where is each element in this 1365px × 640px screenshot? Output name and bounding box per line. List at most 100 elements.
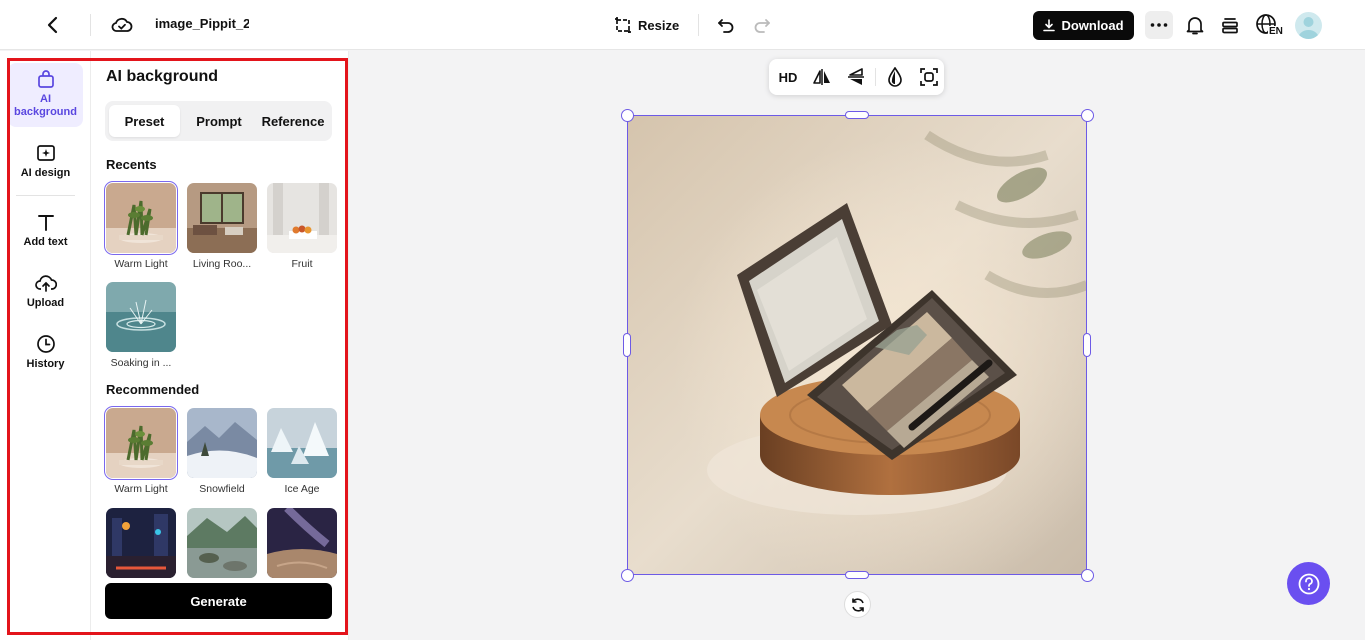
undo-button[interactable] <box>714 12 738 38</box>
living-room-preview <box>187 183 257 253</box>
resize-handle-right[interactable] <box>1083 333 1091 357</box>
thumb-image <box>267 183 337 253</box>
preset-thumb-river[interactable] <box>187 508 257 578</box>
rail-item-label: AI design <box>20 167 71 179</box>
more-options-button[interactable] <box>1145 11 1173 39</box>
generate-button[interactable]: Generate <box>105 583 332 619</box>
layers-icon <box>1222 18 1238 34</box>
recommended-title: Recommended <box>106 382 200 397</box>
resize-icon <box>615 17 631 33</box>
download-button[interactable]: Download <box>1033 11 1134 40</box>
preset-thumb-warm-light[interactable]: Warm Light <box>104 181 178 270</box>
thumb-label: Warm Light <box>114 483 168 495</box>
thumb-image <box>104 181 178 255</box>
tab-reference[interactable]: Reference <box>257 105 329 137</box>
thumb-image <box>187 183 257 253</box>
thumb-label: Living Roo... <box>192 258 252 270</box>
bell-icon <box>1186 17 1204 35</box>
toolbar-divider <box>875 68 876 86</box>
hd-button[interactable]: HD <box>773 62 803 92</box>
thumb-image <box>267 508 337 578</box>
eyeshadow-product-image <box>627 115 1087 575</box>
city-night-preview <box>106 508 176 578</box>
cloud-save-button[interactable] <box>108 11 136 39</box>
rail-item-upload[interactable]: Upload <box>8 273 83 310</box>
rail-item-label: Upload <box>26 297 65 309</box>
resize-handle-bottom-left[interactable] <box>621 569 634 582</box>
redo-icon <box>754 19 770 33</box>
left-rail: AI background AI design Add text Upload … <box>0 51 91 640</box>
rail-item-history[interactable]: History <box>8 334 83 371</box>
resize-handle-top-left[interactable] <box>621 109 634 122</box>
snowfield-preview <box>187 408 257 478</box>
focus-button[interactable] <box>914 62 944 92</box>
resize-handle-bottom-right[interactable] <box>1081 569 1094 582</box>
ice-age-preview <box>267 408 337 478</box>
thumb-label: Fruit <box>291 258 313 270</box>
ai-background-panel: AI background Preset Prompt Reference Re… <box>91 51 349 640</box>
more-icon <box>1150 23 1168 27</box>
rail-item-add-text[interactable]: Add text <box>8 212 83 249</box>
preset-thumb-fruit[interactable]: Fruit <box>267 183 337 270</box>
preset-thumb-ice-age[interactable]: Ice Age <box>267 408 337 495</box>
help-button[interactable] <box>1287 562 1330 605</box>
divider <box>698 14 699 36</box>
warm-light-preview <box>106 183 176 253</box>
layers-button[interactable] <box>1218 12 1242 38</box>
clock-icon <box>36 335 55 353</box>
recents-title: Recents <box>106 157 157 172</box>
thumb-label: Soaking in ... <box>110 357 172 369</box>
soaking-preview <box>106 282 176 352</box>
resize-handle-bottom[interactable] <box>845 571 869 579</box>
cloud-check-icon <box>111 17 133 32</box>
flip-horizontal-button[interactable] <box>807 62 837 92</box>
rotate-button[interactable] <box>844 591 871 618</box>
opacity-button[interactable] <box>880 62 910 92</box>
preset-thumb-snowfield[interactable]: Snowfield <box>187 408 257 495</box>
flip-vertical-button[interactable] <box>841 62 871 92</box>
tab-preset[interactable]: Preset <box>109 105 180 137</box>
resize-handle-top[interactable] <box>845 111 869 119</box>
file-name[interactable]: image_Pippit_20 <box>155 16 249 31</box>
rotate-icon <box>851 597 864 612</box>
river-preview <box>187 508 257 578</box>
canvas-image[interactable] <box>627 115 1087 575</box>
bag-icon <box>37 70 54 88</box>
preset-thumb-desert-galaxy[interactable] <box>267 508 337 578</box>
thumb-label: Snowfield <box>199 483 245 495</box>
resize-handle-left[interactable] <box>623 333 631 357</box>
mode-tabs: Preset Prompt Reference <box>105 101 332 141</box>
rail-divider <box>16 195 75 196</box>
thumb-label: Ice Age <box>284 483 320 495</box>
user-avatar-icon <box>1298 17 1319 39</box>
language-button[interactable]: EN <box>1255 12 1285 40</box>
thumb-image <box>106 282 176 352</box>
resize-handle-top-right[interactable] <box>1081 109 1094 122</box>
tab-prompt[interactable]: Prompt <box>184 105 254 137</box>
top-bar: image_Pippit_20 Resize Download EN <box>0 0 1365 50</box>
preset-thumb-soaking[interactable]: Soaking in ... <box>106 282 176 369</box>
redo-button[interactable] <box>750 12 774 38</box>
preset-thumb-warm-light-recommended[interactable]: Warm Light <box>104 406 178 495</box>
language-badge: EN <box>1268 26 1284 37</box>
divider <box>90 14 91 36</box>
thumb-image <box>267 408 337 478</box>
fruit-preview <box>267 183 337 253</box>
rail-item-label: Add text <box>23 236 68 248</box>
notifications-button[interactable] <box>1183 12 1207 38</box>
resize-label: Resize <box>638 17 680 33</box>
rail-item-ai-background[interactable]: AI background <box>8 63 83 127</box>
preset-thumb-city-night[interactable] <box>106 508 176 578</box>
preset-thumb-living-room[interactable]: Living Roo... <box>187 183 257 270</box>
rail-item-label: History <box>26 358 65 370</box>
thumb-label: Warm Light <box>114 258 168 270</box>
rail-item-ai-design[interactable]: AI design <box>8 143 83 180</box>
thumb-image <box>187 508 257 578</box>
back-button[interactable] <box>38 10 66 40</box>
warm-light-preview <box>106 408 176 478</box>
resize-button[interactable]: Resize <box>614 12 679 38</box>
download-label: Download <box>1061 18 1124 33</box>
avatar[interactable] <box>1295 12 1322 39</box>
rail-item-label: AI background <box>14 93 77 118</box>
drop-icon <box>888 67 902 87</box>
